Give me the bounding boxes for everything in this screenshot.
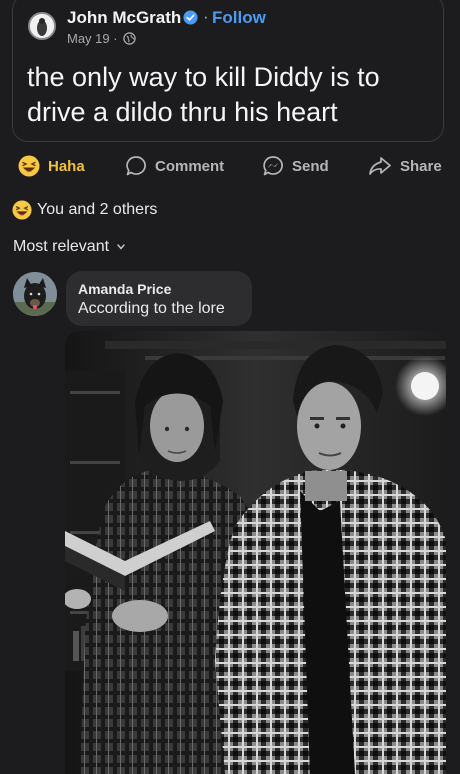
author-avatar[interactable] xyxy=(28,12,56,40)
comment-photo-graphic xyxy=(65,331,446,774)
post-action-bar: Haha Comment Send Share xyxy=(0,150,460,182)
comment-label: Comment xyxy=(155,157,225,175)
sort-label: Most relevant xyxy=(13,238,110,255)
share-label: Share xyxy=(400,157,442,175)
reactions-count-text: You and 2 others xyxy=(37,201,158,218)
haha-label: Haha xyxy=(48,157,85,175)
verified-badge-icon xyxy=(183,10,198,25)
commenter-avatar[interactable] xyxy=(13,272,57,316)
send-label: Send xyxy=(292,157,329,175)
comment-bubble: Amanda Price According to the lore xyxy=(66,271,252,326)
share-icon xyxy=(369,157,391,175)
comment-button[interactable]: Comment xyxy=(125,154,224,178)
send-button[interactable]: Send xyxy=(262,154,329,178)
comment-image[interactable] xyxy=(65,331,446,774)
comment-icon xyxy=(126,156,146,176)
chevron-down-icon xyxy=(117,244,125,250)
post-date[interactable]: May 19 · xyxy=(67,31,118,46)
separator-dot: · xyxy=(203,7,209,26)
comment-text: According to the lore xyxy=(78,300,225,317)
haha-emoji-icon xyxy=(12,200,32,220)
commenter-name[interactable]: Amanda Price xyxy=(78,281,171,297)
haha-button[interactable]: Haha xyxy=(18,154,85,178)
messenger-send-icon xyxy=(263,156,283,176)
haha-emoji-icon xyxy=(18,155,40,177)
follow-button[interactable]: Follow xyxy=(212,8,266,28)
post-text: the only way to kill Diddy is to drive a… xyxy=(27,62,380,127)
globe-icon xyxy=(123,32,136,45)
comments-sort-dropdown[interactable]: Most relevant xyxy=(13,238,125,256)
post-author-name[interactable]: John McGrath xyxy=(67,8,181,28)
reactions-summary[interactable]: You and 2 others xyxy=(12,200,157,220)
share-button[interactable]: Share xyxy=(368,154,442,178)
